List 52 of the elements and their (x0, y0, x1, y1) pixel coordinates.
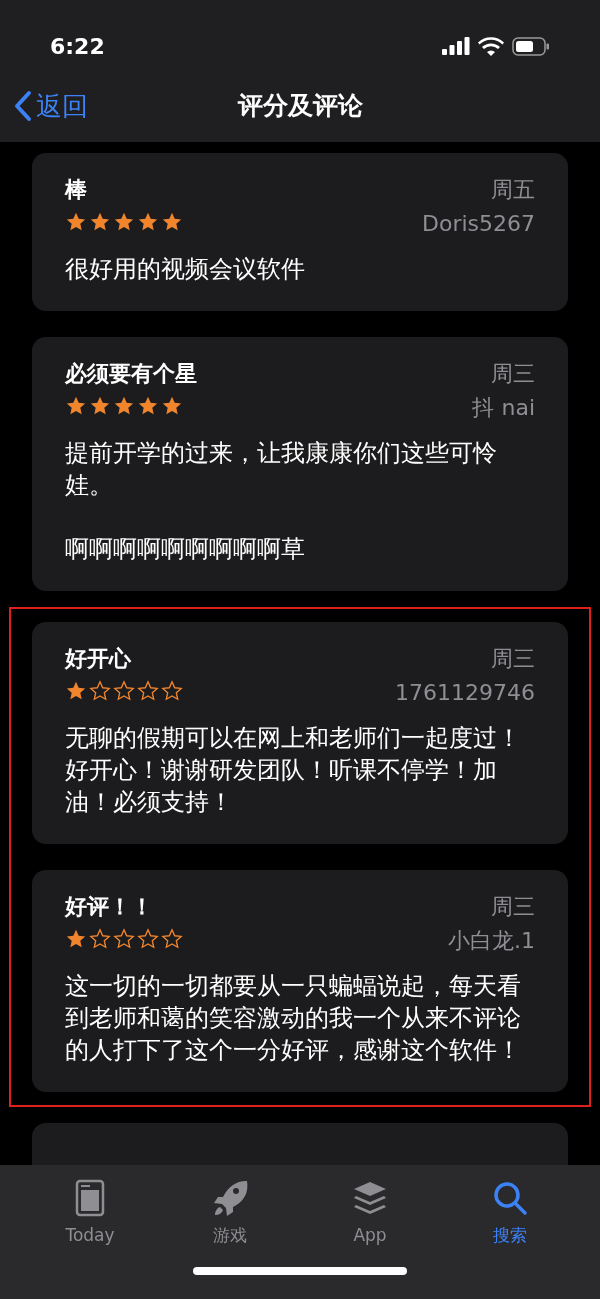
review-author: 抖 nai (472, 394, 535, 422)
back-button[interactable]: 返回 (14, 86, 88, 126)
review-body: 很好用的视频会议软件 (65, 254, 306, 285)
status-time: 6:22 (50, 32, 105, 61)
battery-icon (512, 36, 550, 56)
star-empty-icon (113, 680, 135, 702)
review-author: 小白龙.1 (448, 927, 535, 955)
search-icon (492, 1180, 528, 1216)
review-title: 必须要有个星 (65, 360, 197, 388)
star-filled-icon (113, 395, 135, 417)
review-title: 好开心 (65, 645, 132, 673)
review-date: 周三 (491, 645, 535, 673)
star-empty-icon (161, 928, 183, 950)
tab-item[interactable]: 搜索 (460, 1177, 560, 1249)
star-filled-icon (137, 395, 159, 417)
review-title: 好评！！ (65, 893, 154, 921)
star-filled-icon (89, 211, 111, 233)
review-author: 1761129746 (395, 679, 535, 707)
today-icon (75, 1179, 105, 1217)
star-filled-icon (137, 211, 159, 233)
star-filled-icon (161, 395, 183, 417)
tab-item[interactable]: 游戏 (180, 1177, 280, 1249)
star-empty-icon (161, 680, 183, 702)
star-filled-icon (65, 395, 87, 417)
star-empty-icon (113, 928, 135, 950)
review-date: 周三 (491, 893, 535, 921)
star-filled-icon (65, 928, 87, 950)
star-filled-icon (65, 211, 87, 233)
star-empty-icon (137, 928, 159, 950)
chevron-left-icon (14, 90, 32, 122)
signal-icon (442, 37, 470, 55)
page-title: 评分及评论 (237, 90, 363, 123)
star-empty-icon (89, 680, 111, 702)
review-author: Doris5267 (422, 210, 535, 238)
review-body: 无聊的假期可以在网上和老师们一起度过！好开心！谢谢研发团队！听课不停学！加油！必须支持！ (65, 723, 522, 818)
review-body: 这一切的一切都要从一只蝙蝠说起，每天看到老师和蔼的笑容激动的我一个从来不评论的人打下了这个一分好评，感谢这个软件！ (65, 971, 522, 1066)
rocket-icon (212, 1179, 248, 1217)
review-body: 提前开学的过来，让我康康你们这些可怜娃。 (65, 438, 498, 501)
star-filled-icon (65, 680, 87, 702)
star-empty-icon (137, 680, 159, 702)
review-title: 棒 (65, 176, 88, 204)
review-body: 啊啊啊啊啊啊啊啊啊草 (65, 534, 306, 565)
review-date: 周三 (491, 360, 535, 388)
star-filled-icon (161, 211, 183, 233)
wifi-icon (478, 36, 504, 56)
tab-item[interactable]: App (320, 1177, 420, 1249)
star-filled-icon (89, 395, 111, 417)
star-filled-icon (113, 211, 135, 233)
layers-icon (352, 1180, 388, 1216)
tab-item[interactable]: Today (40, 1177, 140, 1249)
review-date: 周五 (491, 176, 535, 204)
star-empty-icon (89, 928, 111, 950)
